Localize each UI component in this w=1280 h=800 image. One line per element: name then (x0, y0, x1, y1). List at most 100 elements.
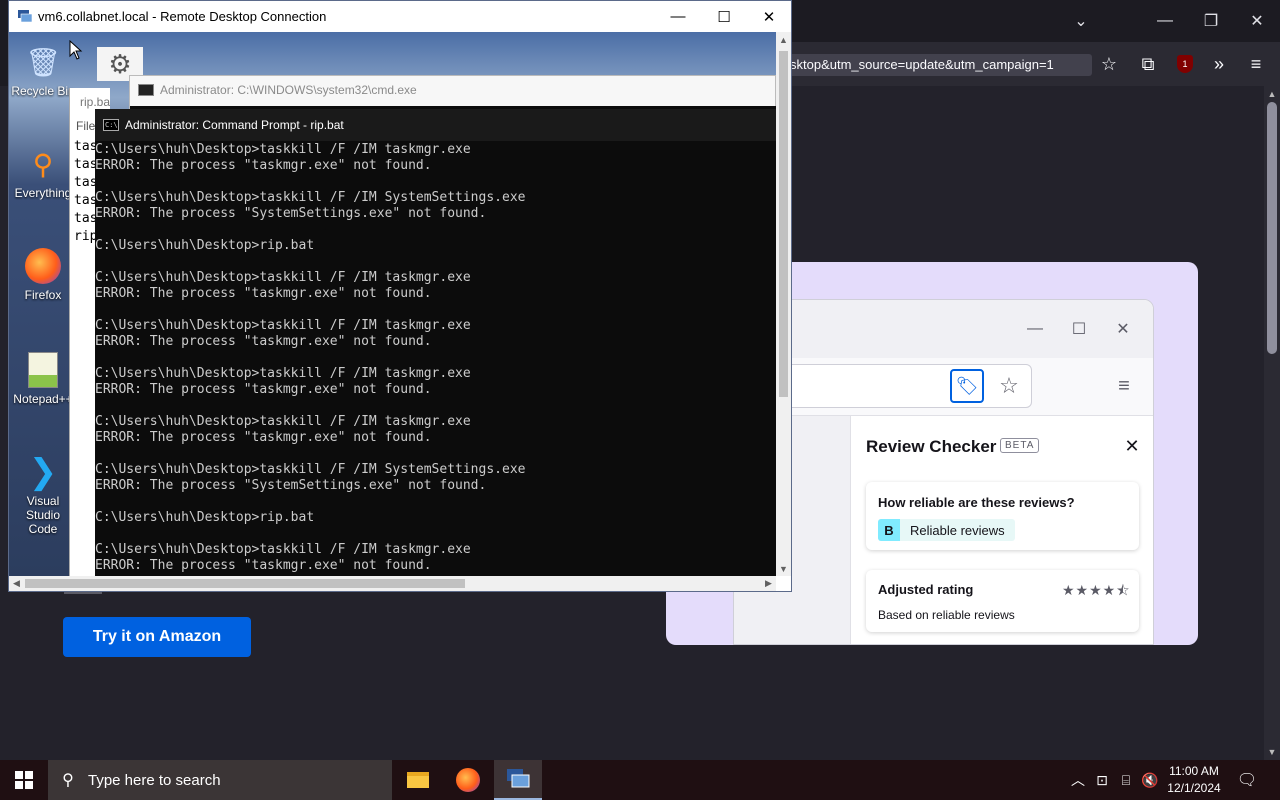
illustration-minimize-icon: — (1027, 320, 1043, 337)
remote-desktop-window: vm6.collabnet.local - Remote Desktop Con… (8, 0, 792, 592)
remote-session-view[interactable]: 🗑 Recycle Bin ⚲ Everything Firefox Notep… (9, 32, 776, 576)
cmd-line: C:\Users\huh\Desktop>taskkill /F /IM tas… (95, 142, 471, 157)
cmd-line: C:\Users\huh\Desktop>taskkill /F /IM Sys… (95, 462, 526, 477)
reliability-card: How reliable are these reviews? B Reliab… (866, 482, 1139, 550)
adjusted-rating-card: Adjusted rating ★★★★⯪ Based on reliable … (866, 570, 1139, 632)
cmd-line: C:\Users\huh\Desktop>rip.bat (95, 510, 315, 525)
scroll-down-arrow-icon[interactable]: ▼ (1264, 744, 1280, 760)
cmd-line: ERROR: The process "taskmgr.exe" not fou… (95, 430, 432, 445)
command-prompt-window[interactable]: C:\ Administrator: Command Prompt - rip.… (95, 109, 776, 576)
rdp-minimize-button[interactable]: — (655, 1, 701, 32)
cmd-title: Administrator: Command Prompt - rip.bat (125, 118, 344, 132)
cmd-output[interactable]: C:\Users\huh\Desktop>taskkill /F /IM tas… (95, 142, 776, 574)
desktop-icon-vscode[interactable]: ❯ Visual Studio Code (11, 452, 75, 536)
network-icon[interactable]: ⌸ (1114, 760, 1138, 800)
overflow-chevrons-icon[interactable]: » (1205, 50, 1233, 78)
illustration-browser-window: — ☐ ✕ 🏷 ☆ ≡ Review Checker BETA ✕ How re… (733, 299, 1154, 645)
cmd-line (95, 254, 776, 270)
tab-list-chevron-icon[interactable]: ⌄ (1058, 0, 1104, 42)
show-hidden-icons-chevron-icon[interactable]: ︿ (1066, 760, 1090, 800)
desktop-icon-everything[interactable]: ⚲ Everything (11, 144, 75, 201)
mouse-cursor-icon (69, 40, 83, 60)
search-icon: ⚲ (62, 772, 74, 789)
cmd-line: ERROR: The process "taskmgr.exe" not fou… (95, 158, 432, 173)
everything-search-icon: ⚲ (32, 148, 54, 180)
cmd-line (95, 446, 776, 462)
rdp-close-button[interactable]: ✕ (746, 1, 792, 32)
firefox-icon (456, 768, 480, 792)
windows-logo-icon (15, 771, 33, 789)
reliability-grade: B Reliable reviews (878, 519, 1015, 541)
taskbar-firefox[interactable] (444, 760, 492, 800)
desktop-icon-label: Notepad++ (13, 392, 73, 406)
illustration-menu-icon: ≡ (1118, 374, 1130, 397)
desktop-icon-label: Recycle Bin (11, 84, 75, 98)
desktop-icon-label: Visual Studio Code (25, 494, 61, 536)
cmd-icon: C:\ (103, 119, 119, 131)
ublock-origin-icon[interactable]: 1 (1171, 50, 1199, 78)
rdp-maximize-button[interactable]: ☐ (701, 1, 747, 32)
desktop-icon-notepad-plus-plus[interactable]: Notepad++ (11, 350, 75, 406)
firefox-minimize-button[interactable]: — (1142, 0, 1188, 42)
desktop-icon-recycle-bin[interactable]: 🗑 Recycle Bin (11, 42, 75, 99)
firefox-scroll-thumb[interactable] (1267, 102, 1277, 354)
cmd-line: C:\Users\huh\Desktop>taskkill /F /IM tas… (95, 366, 471, 381)
rdp-titlebar[interactable]: vm6.collabnet.local - Remote Desktop Con… (9, 1, 791, 32)
hamburger-menu-icon[interactable]: ≡ (1242, 50, 1270, 78)
extensions-icon[interactable]: ⧉ (1134, 50, 1162, 78)
illustration-star-icon: ☆ (999, 373, 1019, 398)
cmd-line (95, 526, 776, 542)
notification-center-icon[interactable]: 🗨 (1232, 760, 1262, 800)
notepad-text: tas tas tas tas tas rip (74, 139, 98, 244)
vscode-icon: ❯ (28, 453, 58, 491)
rdp-scroll-left-icon[interactable]: ◀ (9, 576, 24, 591)
clock-date: 12/1/2024 (1167, 781, 1221, 795)
cmd-line (95, 222, 776, 238)
cmd-line (95, 302, 776, 318)
notepad-plus-plus-icon (23, 350, 63, 390)
rdp-horizontal-thumb[interactable] (25, 579, 465, 588)
firefox-close-button[interactable]: ✕ (1234, 0, 1280, 42)
recycle-bin-icon: 🗑 (25, 46, 61, 78)
folder-icon (407, 772, 429, 788)
search-placeholder: Type here to search (88, 771, 221, 789)
review-checker-close-icon: ✕ (1124, 435, 1140, 456)
bookmark-star-icon[interactable]: ☆ (1095, 50, 1123, 78)
grade-letter: B (878, 519, 900, 541)
scroll-up-arrow-icon[interactable]: ▲ (1264, 86, 1280, 102)
firefox-icon (23, 246, 63, 286)
cmd-line: ERROR: The process "taskmgr.exe" not fou… (95, 286, 432, 301)
try-on-amazon-button[interactable]: Try it on Amazon (63, 617, 251, 657)
adjusted-rating-subtitle: Based on reliable reviews (878, 608, 1015, 622)
taskbar-clock[interactable]: 11:00 AM 12/1/2024 (1162, 763, 1226, 797)
desktop-icon-firefox[interactable]: Firefox (11, 246, 75, 302)
rdp-scroll-down-icon[interactable]: ▼ (776, 561, 791, 576)
illustration-navbar (734, 358, 1153, 416)
rdp-title: vm6.collabnet.local - Remote Desktop Con… (38, 9, 327, 24)
tray-app-icon[interactable]: ⊡ (1090, 760, 1114, 800)
volume-muted-icon[interactable]: 🔇 (1138, 760, 1162, 800)
taskbar-file-explorer[interactable] (394, 760, 442, 800)
cmd-line: C:\Users\huh\Desktop>taskkill /F /IM tas… (95, 414, 471, 429)
illustration-close-icon: ✕ (1116, 321, 1130, 338)
rdp-scroll-right-icon[interactable]: ▶ (761, 576, 776, 591)
ublock-badge: 1 (1177, 55, 1193, 73)
cmd-line (95, 494, 776, 510)
cmd-line (95, 350, 776, 366)
rdp-vertical-thumb[interactable] (779, 51, 788, 397)
taskbar-remote-desktop[interactable] (494, 760, 542, 800)
adjusted-rating-title: Adjusted rating (878, 582, 974, 597)
rdp-scroll-up-icon[interactable]: ▲ (776, 32, 791, 47)
rating-stars-icon: ★★★★⯪ (1062, 582, 1131, 598)
firefox-restore-button[interactable]: ❐ (1188, 0, 1234, 42)
cmd-titlebar[interactable]: C:\ Administrator: Command Prompt - rip.… (95, 109, 776, 141)
taskbar-search-box[interactable]: ⚲ Type here to search (48, 760, 392, 800)
cmd-line: ERROR: The process "SystemSettings.exe" … (95, 206, 487, 221)
firefox-url-bar[interactable]: sktop&utm_source=update&utm_campaign=1 (780, 54, 1092, 76)
cmd-line: ERROR: The process "taskmgr.exe" not fou… (95, 382, 432, 397)
start-button[interactable] (0, 760, 48, 800)
cmd-line (95, 174, 776, 190)
cmd-line: ERROR: The process "SystemSettings.exe" … (95, 478, 487, 493)
cmd-icon (138, 84, 154, 96)
cmd-back-title: Administrator: C:\WINDOWS\system32\cmd.e… (160, 83, 417, 97)
